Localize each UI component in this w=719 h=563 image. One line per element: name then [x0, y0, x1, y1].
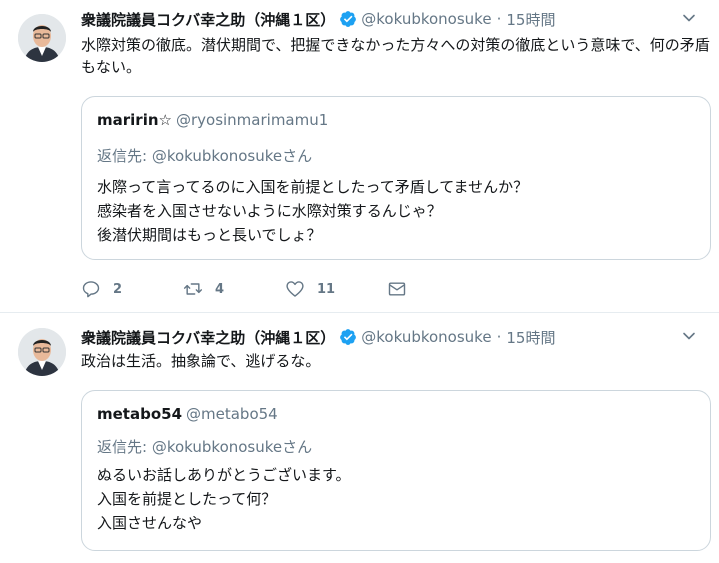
reply-context-suffix: さん — [282, 438, 313, 456]
reply-context-suffix: さん — [282, 147, 313, 165]
reply-context-handle[interactable]: @kokubkonosuke — [152, 147, 282, 165]
avatar[interactable] — [18, 328, 66, 376]
reply-context-handle[interactable]: @kokubkonosuke — [152, 438, 282, 456]
reply-button[interactable]: 2 — [81, 279, 183, 299]
tweet-timestamp[interactable]: 15時間 — [506, 9, 555, 30]
quoted-author-name: maririn☆ — [97, 111, 172, 129]
avatar[interactable] — [18, 14, 66, 62]
author-handle[interactable]: @kokubkonosuke — [361, 10, 491, 28]
like-count: 11 — [317, 281, 336, 297]
author-name[interactable]: 衆議院議員コクバ幸之助（沖縄１区） — [81, 327, 335, 348]
chevron-down-icon[interactable] — [681, 10, 697, 26]
reply-count: 2 — [113, 281, 123, 297]
retweet-count: 4 — [215, 281, 225, 297]
tweet-header: 衆議院議員コクバ幸之助（沖縄１区） @kokubkonosuke · 15時間 — [81, 326, 699, 348]
reply-icon — [82, 281, 100, 298]
avatar-photo-icon — [18, 328, 66, 376]
separator-dot: · — [496, 10, 502, 28]
heart-icon — [286, 281, 304, 297]
quoted-author-handle: @ryosinmarimamu1 — [175, 111, 329, 129]
chevron-down-icon[interactable] — [681, 328, 697, 344]
retweet-icon — [183, 283, 203, 295]
quoted-author-handle: @metabo54 — [186, 405, 278, 423]
tweet-header: 衆議院議員コクバ幸之助（沖縄１区） @kokubkonosuke · 15時間 — [81, 8, 699, 30]
quoted-tweet-header: maririn☆ @ryosinmarimamu1 — [97, 111, 328, 129]
separator-dot: · — [496, 328, 502, 346]
quoted-author-name: metabo54 — [97, 405, 183, 423]
retweet-button[interactable]: 4 — [183, 279, 285, 299]
verified-badge-icon — [340, 11, 357, 27]
author-name[interactable]: 衆議院議員コクバ幸之助（沖縄１区） — [81, 9, 335, 30]
reply-context: 返信先: @kokubkonosukeさん — [97, 436, 312, 457]
tweet-timestamp[interactable]: 15時間 — [506, 327, 555, 348]
tweet-text: 水際対策の徹底。潜伏期間で、把握できなかった方々への対策の徹底という意味で、何の… — [81, 36, 710, 76]
tweet-actions: 2 4 11 — [81, 278, 489, 300]
quoted-tweet[interactable]: metabo54 @metabo54 返信先: @kokubkonosukeさん … — [81, 390, 711, 551]
envelope-icon — [388, 282, 406, 296]
reply-context-prefix: 返信先: — [97, 147, 152, 165]
quoted-tweet[interactable]: maririn☆ @ryosinmarimamu1 返信先: @kokubkono… — [81, 96, 711, 260]
reply-context: 返信先: @kokubkonosukeさん — [97, 145, 312, 166]
direct-message-button[interactable] — [387, 279, 489, 299]
quoted-tweet-header: metabo54 @metabo54 — [97, 405, 278, 423]
reply-context-prefix: 返信先: — [97, 438, 152, 456]
like-button[interactable]: 11 — [285, 279, 387, 299]
tweet-text: 政治は生活。抽象論で、逃げるな。 — [81, 352, 321, 370]
verified-badge-icon — [340, 329, 357, 345]
author-handle[interactable]: @kokubkonosuke — [361, 328, 491, 346]
quoted-tweet-text: ぬるいお話しありがとうございます。 入国を前提としたって何？ 入国させんなや — [97, 466, 351, 532]
avatar-photo-icon — [18, 14, 66, 62]
quoted-tweet-text: 水際って言ってるのに入国を前提としたって矛盾してませんか？ 感染者を入国させない… — [97, 178, 529, 244]
